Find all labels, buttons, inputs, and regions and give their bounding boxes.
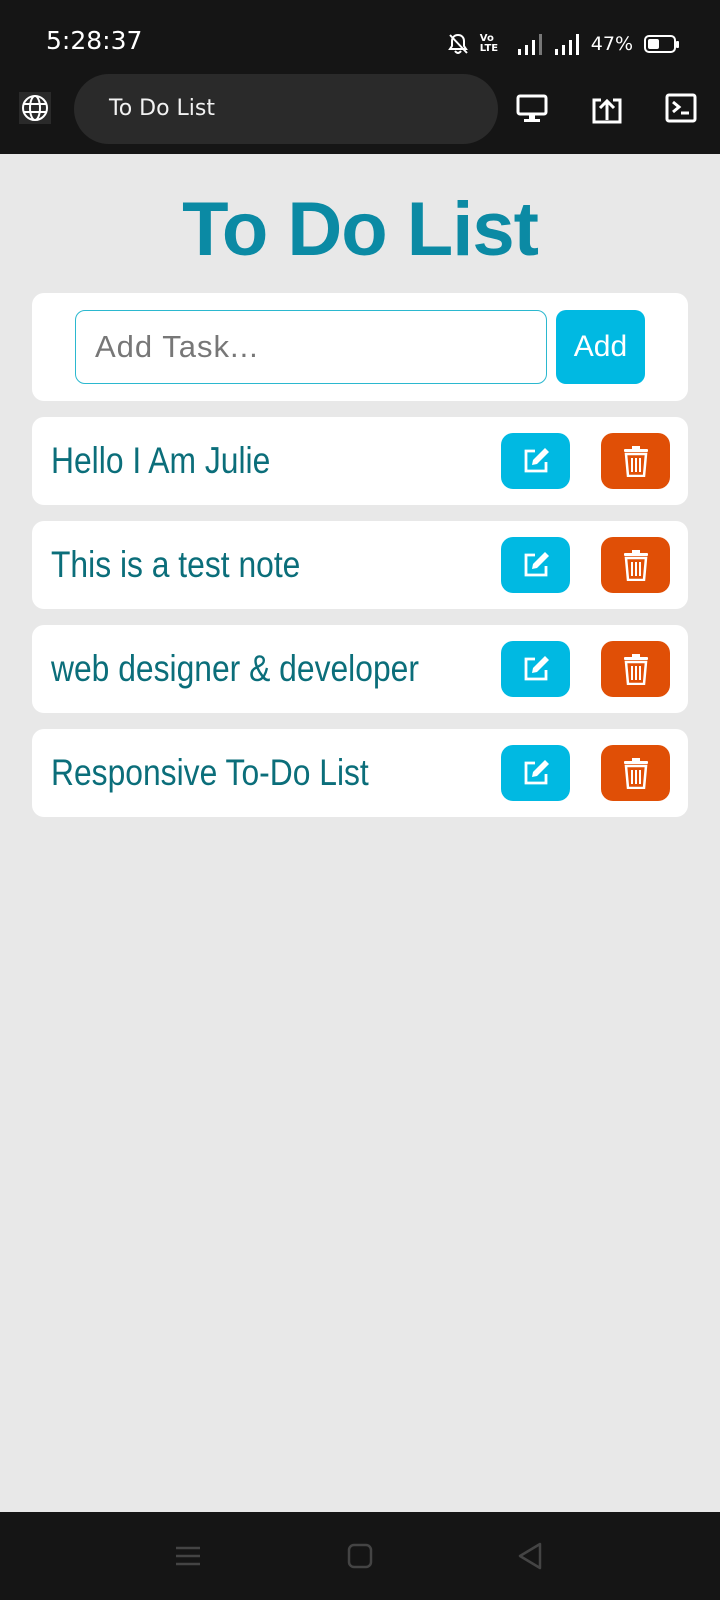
battery-percent: 47% (590, 33, 633, 55)
task-item: Responsive To-Do List (32, 729, 688, 817)
edit-button[interactable] (501, 433, 570, 489)
system-nav-bar (0, 1512, 720, 1600)
task-item: Hello I Am Julie (32, 417, 688, 505)
task-text: This is a test note (51, 544, 301, 585)
page-title: To Do List (182, 187, 539, 272)
menu-icon[interactable] (172, 1540, 204, 1572)
status-icons: Vo LTE 47% (447, 31, 679, 57)
globe-icon[interactable] (19, 92, 51, 124)
browser-toolbar: To Do List (0, 74, 720, 154)
task-text: Hello I Am Julie (51, 440, 271, 481)
edit-icon (524, 448, 549, 473)
task-text: web designer & developer (51, 648, 419, 689)
back-icon[interactable] (514, 1540, 546, 1572)
edit-button[interactable] (501, 537, 570, 593)
share-upload-icon[interactable] (589, 90, 625, 126)
add-task-input[interactable] (75, 310, 547, 384)
edit-icon (524, 760, 549, 785)
delete-button[interactable] (601, 433, 670, 489)
edit-button[interactable] (501, 745, 570, 801)
edit-button[interactable] (501, 641, 570, 697)
trash-icon (623, 550, 648, 581)
edit-icon (524, 552, 549, 577)
url-title: To Do List (109, 96, 216, 121)
trash-icon (623, 654, 648, 685)
notifications-off-icon (447, 33, 468, 54)
status-time: 5:28:37 (46, 26, 143, 55)
terminal-icon[interactable] (663, 90, 699, 126)
delete-button[interactable] (601, 641, 670, 697)
desktop-icon[interactable] (514, 90, 550, 126)
signal-icon-2 (554, 34, 579, 55)
url-bar[interactable]: To Do List (74, 74, 498, 144)
home-icon[interactable] (344, 1540, 376, 1572)
add-button[interactable]: Add (556, 310, 645, 384)
delete-button[interactable] (601, 537, 670, 593)
battery-fill (648, 39, 659, 49)
delete-button[interactable] (601, 745, 670, 801)
trash-icon (623, 758, 648, 789)
battery-icon (644, 35, 679, 53)
edit-icon (524, 656, 549, 681)
trash-icon (623, 446, 648, 477)
task-item: web designer & developer (32, 625, 688, 713)
signal-icon-1 (517, 34, 542, 55)
status-bar: 5:28:37 Vo LTE 47% (0, 0, 720, 78)
volte-icon: Vo LTE (480, 34, 506, 54)
volte-line2: LTE (479, 43, 499, 54)
task-item: This is a test note (32, 521, 688, 609)
add-task-card: Add (32, 293, 688, 401)
task-text: Responsive To-Do List (51, 752, 369, 793)
